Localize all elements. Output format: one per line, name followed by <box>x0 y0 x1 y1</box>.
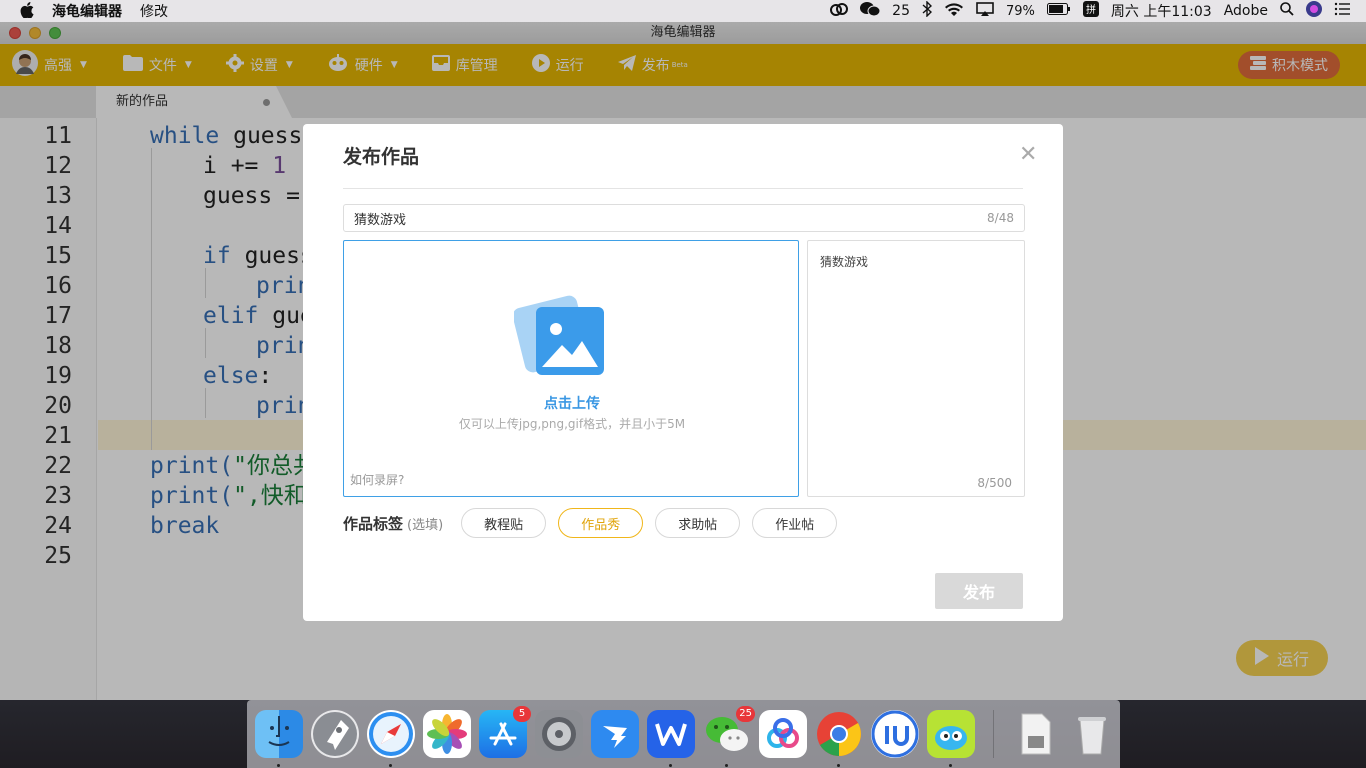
spotlight-search-icon[interactable] <box>1280 2 1294 20</box>
running-dot <box>389 764 392 767</box>
wechat-icon[interactable]: 25 <box>703 706 755 767</box>
launchpad-icon[interactable] <box>311 710 359 758</box>
upload-hint: 仅可以上传jpg,png,gif格式，并且小于5M <box>458 417 686 431</box>
input-method-icon[interactable]: 拼 <box>1082 1 1099 21</box>
dock: 5 25 <box>247 700 1120 768</box>
system-preferences-icon[interactable] <box>535 710 583 758</box>
screen-record-help-link[interactable]: 如何录屏? <box>350 471 404 488</box>
dialog-title: 发布作品 <box>343 146 420 168</box>
photos-icon[interactable] <box>423 710 471 758</box>
safari-icon[interactable] <box>367 710 415 767</box>
iu-icon[interactable] <box>871 710 919 758</box>
description-textarea[interactable]: 猜数游戏 8/500 <box>807 240 1025 497</box>
running-dot <box>277 764 280 767</box>
dock-separator <box>993 710 994 758</box>
running-dot <box>725 764 728 767</box>
tag-showcase[interactable]: 作品秀 <box>558 508 644 538</box>
app-store-badge: 5 <box>513 706 531 722</box>
dingtalk-icon[interactable] <box>591 710 639 758</box>
tag-help[interactable]: 求助帖 <box>655 508 741 538</box>
wifi-icon[interactable] <box>944 2 964 21</box>
battery-percent: 79% <box>1006 3 1035 19</box>
tag-homework[interactable]: 作业帖 <box>752 508 838 538</box>
adobe-menu[interactable]: Adobe <box>1224 3 1268 19</box>
baidu-netdisk-icon[interactable] <box>759 710 807 758</box>
divider <box>343 188 1023 189</box>
tags-label: 作品标签 <box>343 514 404 533</box>
tag-tutorial[interactable]: 教程贴 <box>461 508 547 538</box>
menu-app-name[interactable]: 海龟编辑器 <box>52 1 122 21</box>
trash-icon[interactable] <box>1068 710 1116 758</box>
project-title-field[interactable]: 8/48 <box>343 204 1025 232</box>
svg-text:拼: 拼 <box>1086 3 1096 16</box>
description-char-count: 8/500 <box>977 476 1012 490</box>
disk-image-icon[interactable] <box>1012 710 1060 758</box>
running-dot <box>949 764 952 767</box>
publish-dialog: 发布作品 ✕ 8/48 点击上传 仅可以上传jpg,png,gif格式，并且小于… <box>303 124 1063 621</box>
apple-icon[interactable] <box>20 2 34 20</box>
app-store-icon[interactable]: 5 <box>479 706 531 758</box>
wechat-badge: 25 <box>736 706 755 722</box>
airplay-icon[interactable] <box>976 2 994 20</box>
tags-optional-note: (选填) <box>407 517 444 533</box>
running-dot <box>669 764 672 767</box>
wechat-count: 25 <box>892 3 910 19</box>
publish-button[interactable]: 发布 <box>935 573 1023 609</box>
upload-label[interactable]: 点击上传 <box>344 393 800 413</box>
menu-bar: 海龟编辑器 修改 25 79% 拼 周六 上午11:03 Adobe <box>0 0 1366 22</box>
clock[interactable]: 周六 上午11:03 <box>1111 1 1212 21</box>
turtle-editor-icon[interactable] <box>927 710 975 767</box>
image-upload-icon <box>512 291 608 383</box>
chrome-icon[interactable] <box>815 710 863 767</box>
project-title-input[interactable] <box>354 210 988 226</box>
description-text: 猜数游戏 <box>820 255 869 269</box>
battery-icon[interactable] <box>1046 3 1071 19</box>
notification-center-icon[interactable] <box>1334 2 1350 20</box>
creative-cloud-icon[interactable] <box>830 2 849 20</box>
finder-icon[interactable] <box>255 710 303 767</box>
close-icon[interactable]: ✕ <box>1019 142 1037 167</box>
menu-edit[interactable]: 修改 <box>140 1 168 21</box>
title-char-count: 8/48 <box>987 211 1014 225</box>
bluetooth-icon[interactable] <box>922 0 933 21</box>
wps-icon[interactable] <box>647 710 695 767</box>
cover-upload-area[interactable]: 点击上传 仅可以上传jpg,png,gif格式，并且小于5M 如何录屏? <box>343 240 799 497</box>
tag-selector: 作品标签 (选填) 教程贴 作品秀 求助帖 作业帖 <box>343 508 849 538</box>
siri-icon[interactable] <box>1306 1 1322 21</box>
running-dot <box>837 764 840 767</box>
wechat-status-icon[interactable] <box>860 1 881 21</box>
